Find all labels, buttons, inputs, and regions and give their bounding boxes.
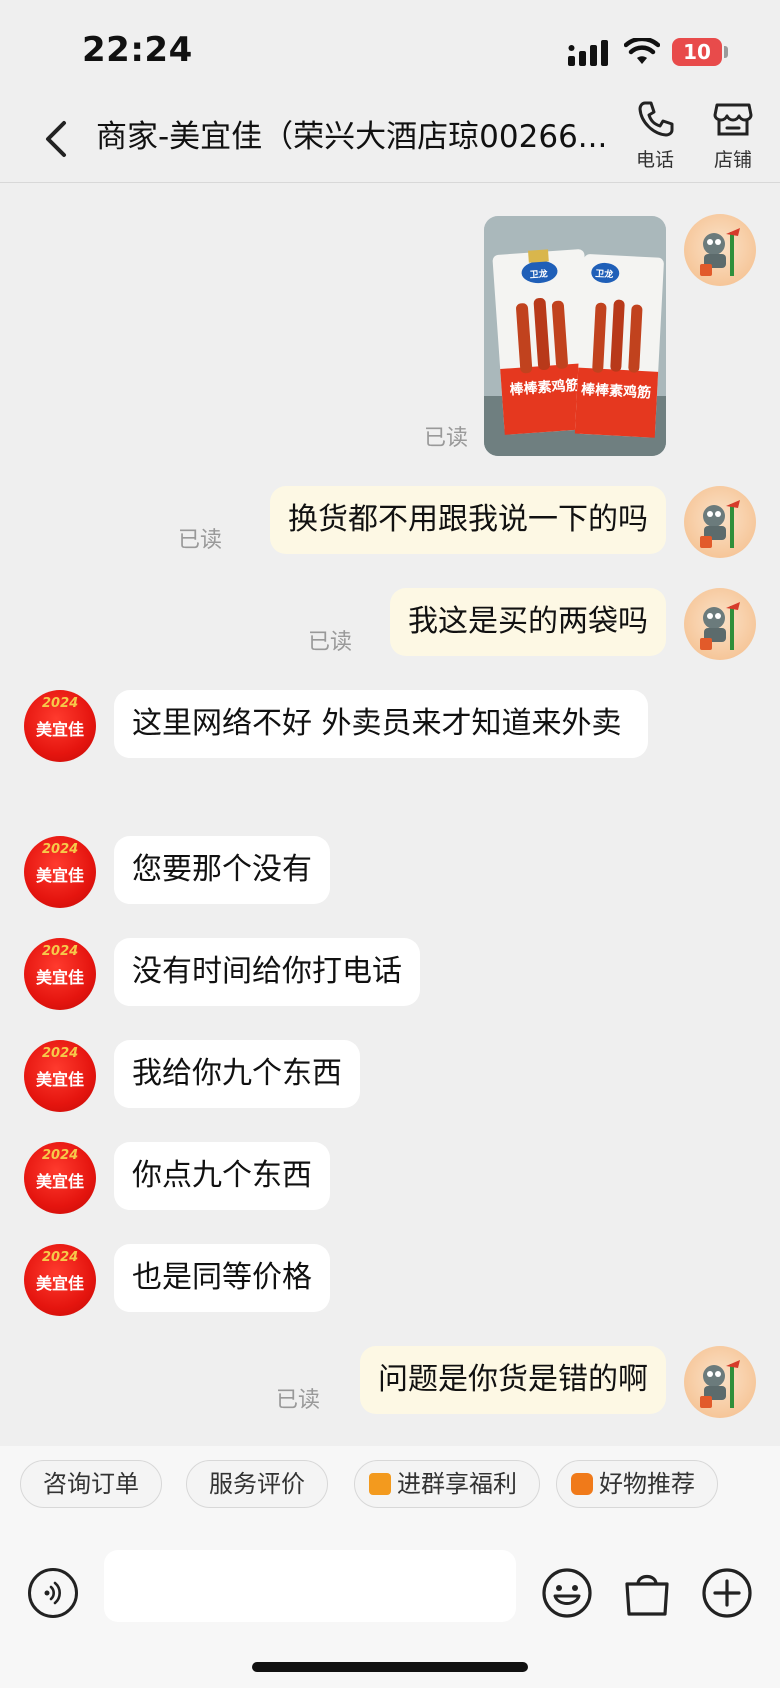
shop-avatar-label: 美宜佳 <box>35 1274 84 1293</box>
read-receipt: 已读 <box>178 528 223 553</box>
wifi-icon <box>624 38 660 64</box>
shop-avatar[interactable]: 2024 美宜佳 <box>24 1040 96 1112</box>
read-receipt: 已读 <box>308 630 353 655</box>
product-photo[interactable]: 棒棒素鸡筋 卫龙 棒棒素鸡筋 卫龙 <box>484 216 666 456</box>
plus-icon[interactable] <box>700 1566 754 1620</box>
shop-avatar[interactable]: 2024 美宜佳 <box>24 938 96 1010</box>
cellular-signal-icon <box>568 40 608 66</box>
shopping-bag-icon[interactable] <box>620 1566 674 1620</box>
chip-consult-order[interactable]: 咨询订单 <box>20 1460 162 1508</box>
shop-avatar-label: 美宜佳 <box>35 1070 84 1089</box>
shop-avatar-year: 2024 <box>42 1148 79 1163</box>
product-photo-image: 棒棒素鸡筋 卫龙 棒棒素鸡筋 卫龙 <box>484 216 666 456</box>
quick-action-bar: 咨询订单 服务评价 进群享福利 好物推荐 <box>0 1446 780 1538</box>
chat-header: 商家-美宜佳（荣兴大酒店琼00266... 电话 店铺 <box>0 95 780 183</box>
shop-avatar[interactable]: 2024 美宜佳 <box>24 836 96 908</box>
shop-avatar-label: 美宜佳 <box>35 866 84 885</box>
shop-icon <box>713 103 753 136</box>
message-bubble-incoming[interactable]: 您要那个没有 <box>114 836 330 904</box>
home-indicator <box>252 1662 528 1672</box>
read-receipt: 已读 <box>276 1388 321 1413</box>
chip-recommend[interactable]: 好物推荐 <box>556 1460 718 1508</box>
user-avatar[interactable] <box>684 588 756 660</box>
chip-label: 好物推荐 <box>599 1470 695 1498</box>
battery-indicator: 10 <box>672 38 722 66</box>
chip-label: 进群享福利 <box>397 1470 517 1498</box>
emoji-icon[interactable] <box>540 1566 594 1620</box>
message-bubble-incoming[interactable]: 没有时间给你打电话 <box>114 938 420 1006</box>
chat-message-list[interactable]: 棒棒素鸡筋 卫龙 棒棒素鸡筋 卫龙 已读 换货都不用跟我说一下的吗 已读 我这是… <box>0 184 780 1446</box>
chevron-left-icon[interactable] <box>36 115 80 163</box>
chip-join-group[interactable]: 进群享福利 <box>354 1460 540 1508</box>
shop-avatar[interactable]: 2024 美宜佳 <box>24 690 96 762</box>
shop-avatar-label: 美宜佳 <box>35 968 84 987</box>
message-input[interactable] <box>104 1550 516 1622</box>
message-bubble-outgoing[interactable]: 我这是买的两袋吗 <box>390 588 666 656</box>
user-avatar-image <box>700 500 740 548</box>
shop-avatar[interactable]: 2024 美宜佳 <box>24 1142 96 1214</box>
status-bar: 22:24 10 <box>0 0 780 95</box>
user-avatar[interactable] <box>684 1346 756 1418</box>
group-icon <box>369 1473 391 1495</box>
message-bubble-incoming[interactable]: 我给你九个东西 <box>114 1040 360 1108</box>
shop-avatar-label: 美宜佳 <box>35 1172 84 1191</box>
shop-button[interactable]: 店铺 <box>698 99 768 177</box>
shop-avatar-year: 2024 <box>42 842 79 857</box>
read-receipt: 已读 <box>424 426 469 451</box>
status-time: 22:24 <box>82 30 193 70</box>
input-bar <box>0 1538 780 1688</box>
phone-icon <box>638 101 674 137</box>
voice-button[interactable] <box>28 1568 78 1618</box>
phone-button[interactable]: 电话 <box>620 99 690 177</box>
chip-label: 咨询订单 <box>43 1470 139 1498</box>
message-bubble-outgoing[interactable]: 问题是你货是错的啊 <box>360 1346 666 1414</box>
shop-avatar-label: 美宜佳 <box>35 720 84 739</box>
chip-label: 服务评价 <box>209 1470 305 1498</box>
message-bubble-incoming[interactable]: 你点九个东西 <box>114 1142 330 1210</box>
voice-icon <box>44 1581 61 1605</box>
message-bubble-incoming[interactable]: 这里网络不好 外卖员来才知道来外卖 <box>114 690 648 758</box>
message-bubble-incoming[interactable]: 也是同等价格 <box>114 1244 330 1312</box>
shop-avatar-year: 2024 <box>42 696 79 711</box>
battery-tip <box>724 46 728 58</box>
user-avatar-image <box>700 1360 740 1408</box>
shop-avatar-year: 2024 <box>42 944 79 959</box>
brand-mark-right: 卫龙 <box>595 267 614 280</box>
user-avatar[interactable] <box>684 486 756 558</box>
message-bubble-outgoing[interactable]: 换货都不用跟我说一下的吗 <box>270 486 666 554</box>
chat-title: 商家-美宜佳（荣兴大酒店琼00266... <box>96 119 608 155</box>
shop-avatar[interactable]: 2024 美宜佳 <box>24 1244 96 1316</box>
user-avatar-image <box>700 602 740 650</box>
shop-label: 店铺 <box>713 149 752 171</box>
shop-avatar-year: 2024 <box>42 1046 79 1061</box>
user-avatar[interactable] <box>684 214 756 286</box>
bag-icon <box>571 1473 593 1495</box>
chip-service-review[interactable]: 服务评价 <box>186 1460 328 1508</box>
shop-avatar-year: 2024 <box>42 1250 79 1265</box>
phone-label: 电话 <box>635 149 674 171</box>
user-avatar-image <box>700 228 740 276</box>
